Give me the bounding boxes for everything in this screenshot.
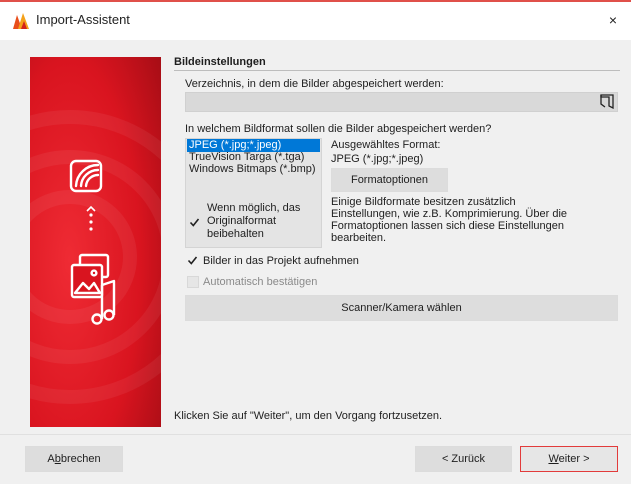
keep-original-line-2: Originalformat (207, 215, 277, 227)
format-question: In welchem Bildformat sollen die Bilder … (185, 123, 492, 135)
add-to-project-label: Bilder in das Projekt aufnehmen (203, 255, 359, 267)
selected-format-label: Ausgewähltes Format: (331, 139, 441, 151)
directory-field[interactable] (185, 92, 618, 112)
selected-format-value: JPEG (*.jpg;*.jpeg) (331, 153, 424, 165)
format-info-line-1: Einige Bildformate besitzen zusätzlich (331, 196, 516, 208)
directory-label: Verzeichnis, in dem die Bilder abgespeic… (185, 78, 444, 90)
keep-original-line-3: beibehalten (207, 228, 264, 240)
next-label-mnemonic: W (548, 453, 559, 465)
window-title: Import-Assistent (36, 12, 130, 27)
format-info-line-3: Formatoptionen lassen sich diese Einstel… (331, 220, 564, 232)
side-banner (30, 57, 161, 427)
section-divider (174, 70, 620, 71)
title-bar[interactable]: Import-Assistent × (0, 2, 631, 40)
next-button[interactable]: Weiter > (520, 446, 618, 472)
footer-divider (0, 434, 631, 435)
cancel-label-pre: A (47, 453, 55, 465)
section-title: Bildeinstellungen (174, 56, 266, 68)
add-to-project-checkbox[interactable] (187, 255, 198, 266)
cancel-button[interactable]: Abbrechen (25, 446, 123, 472)
format-listbox[interactable]: JPEG (*.jpg;*.jpeg) TrueVision Targa (*.… (185, 138, 322, 248)
keep-original-checkbox[interactable] (189, 217, 200, 228)
format-info-line-2: Einstellungen, wie z.B. Komprimierung. Ü… (331, 208, 568, 220)
keep-original-line-1: Wenn möglich, das (207, 202, 301, 214)
app-icon (13, 13, 29, 29)
back-button[interactable]: < Zurück (415, 446, 512, 472)
continue-hint: Klicken Sie auf "Weiter", um den Vorgang… (174, 410, 443, 422)
cancel-label-post: brechen (60, 453, 101, 465)
auto-confirm-checkbox[interactable] (187, 276, 199, 288)
format-options-button[interactable]: Formatoptionen (331, 168, 448, 192)
auto-confirm-label: Automatisch bestätigen (203, 276, 318, 288)
format-option-bmp[interactable]: Windows Bitmaps (*.bmp) (187, 163, 320, 176)
format-info-line-4: bearbeiten. (331, 232, 387, 244)
close-icon[interactable]: × (609, 12, 617, 28)
next-label-post: eiter > (558, 453, 590, 465)
scanner-camera-button[interactable]: Scanner/Kamera wählen (185, 295, 618, 321)
folder-browse-icon[interactable] (600, 94, 614, 109)
